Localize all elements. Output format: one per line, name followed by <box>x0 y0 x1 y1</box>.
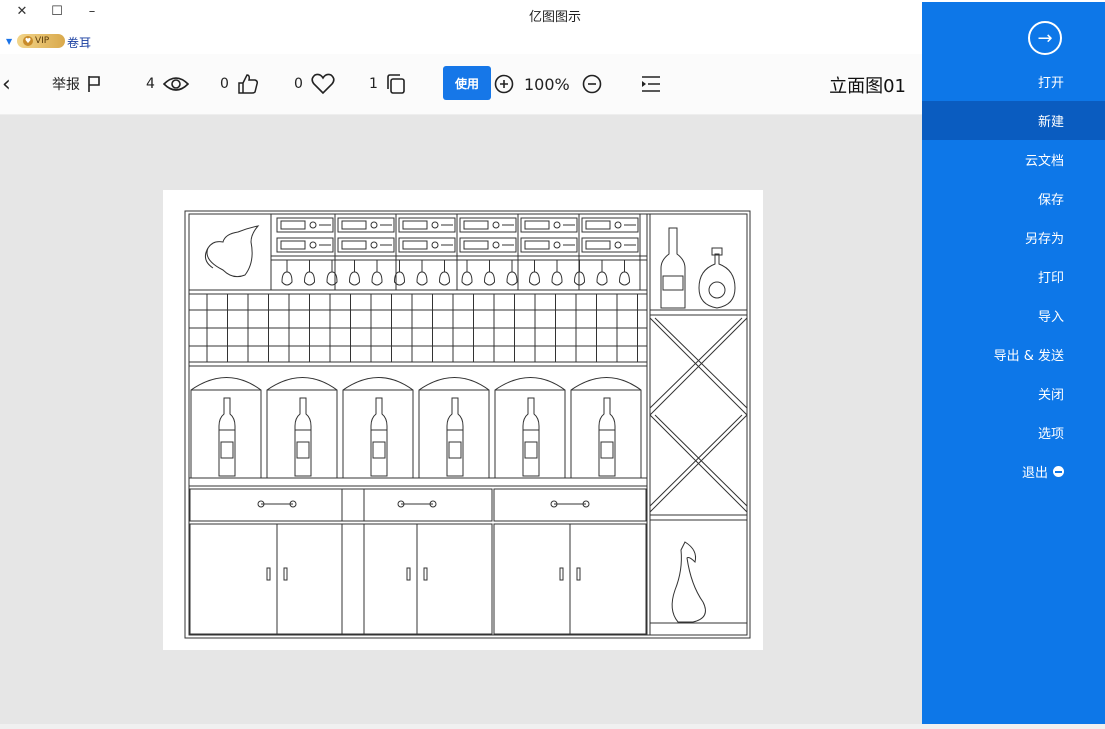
collapse-arrow-button[interactable]: ‹ <box>2 54 11 114</box>
indent-list-icon <box>642 76 660 92</box>
back-arrow-icon[interactable]: → <box>1028 21 1062 55</box>
copy-icon <box>387 74 405 94</box>
vip-label: VIP <box>35 36 50 46</box>
user-name[interactable]: 卷耳 <box>67 34 91 51</box>
menu-item-label: 关闭 <box>1037 388 1064 403</box>
menu-save-as[interactable]: 另存为 <box>922 218 1105 257</box>
menu-new[interactable]: 新建 <box>922 101 1105 140</box>
menu-item-label: 打开 <box>1037 76 1064 91</box>
report-button[interactable]: 举报 <box>52 54 102 114</box>
thumbs-up-icon <box>238 74 258 94</box>
favorite-button[interactable]: 0 <box>294 54 335 114</box>
menu-open[interactable]: 打开 <box>922 62 1105 101</box>
drawing-canvas-area[interactable] <box>0 115 922 729</box>
zoom-level: 100% <box>524 74 570 94</box>
report-label: 举报 <box>52 77 80 93</box>
eye-icon <box>162 77 189 91</box>
menu-item-label: 保存 <box>1037 193 1064 208</box>
menu-cloud-docs[interactable]: 云文档 <box>922 140 1105 179</box>
outline-button[interactable] <box>640 54 662 114</box>
dropdown-arrow-icon[interactable]: ▼ <box>6 37 12 46</box>
title-bar: ✕ ☐ – 亿图图示 <box>0 0 922 30</box>
views-count: 4 <box>146 76 155 92</box>
zoom-out-icon <box>582 74 602 94</box>
menu-item-label: 云文档 <box>1024 154 1064 169</box>
heart-icon <box>311 73 335 95</box>
menu-item-label: 另存为 <box>1024 232 1064 247</box>
favorites-count: 0 <box>294 76 303 92</box>
menu-item-label: 打印 <box>1037 271 1064 286</box>
menu-item-label: 选项 <box>1037 427 1064 442</box>
views-indicator: 4 <box>146 54 189 114</box>
menu-save[interactable]: 保存 <box>922 179 1105 218</box>
menu-item-label: 导入 <box>1037 310 1064 325</box>
menu-import[interactable]: 导入 <box>922 296 1105 335</box>
zoom-out-button[interactable] <box>582 54 602 114</box>
menu-options[interactable]: 选项 <box>922 413 1105 452</box>
copy-button[interactable]: 1 <box>369 54 406 114</box>
document-title: 立面图01 <box>829 76 906 97</box>
wine-cabinet-elevation-drawing <box>184 210 751 639</box>
menu-close[interactable]: 关闭 <box>922 374 1105 413</box>
menu-exit[interactable]: 退出 <box>922 452 1105 491</box>
drawing-page[interactable] <box>163 190 763 650</box>
use-template-button[interactable]: 使用 <box>443 66 491 100</box>
menu-item-label: 新建 <box>1037 115 1064 130</box>
copies-count: 1 <box>369 76 378 92</box>
vip-badge[interactable]: ♥ VIP <box>17 34 65 48</box>
flag-icon <box>88 76 100 92</box>
exit-icon <box>1053 466 1064 477</box>
zoom-in-button[interactable] <box>494 54 514 114</box>
vip-heart-icon: ♥ <box>23 36 33 46</box>
likes-count: 0 <box>220 76 229 92</box>
file-menu-sidebar: → 打开新建云文档保存另存为打印导入导出 & 发送关闭选项退出 <box>922 2 1105 724</box>
menu-export-send[interactable]: 导出 & 发送 <box>922 335 1105 374</box>
like-button[interactable]: 0 <box>220 54 259 114</box>
status-strip <box>0 724 1105 729</box>
toolbar: ‹ 举报 4 0 0 1 使用 100% 立面图01 <box>0 54 922 115</box>
menu-item-label: 退出 <box>1021 466 1048 481</box>
menu-item-label: 导出 & 发送 <box>993 349 1064 364</box>
zoom-in-icon <box>494 74 514 94</box>
menu-print[interactable]: 打印 <box>922 257 1105 296</box>
